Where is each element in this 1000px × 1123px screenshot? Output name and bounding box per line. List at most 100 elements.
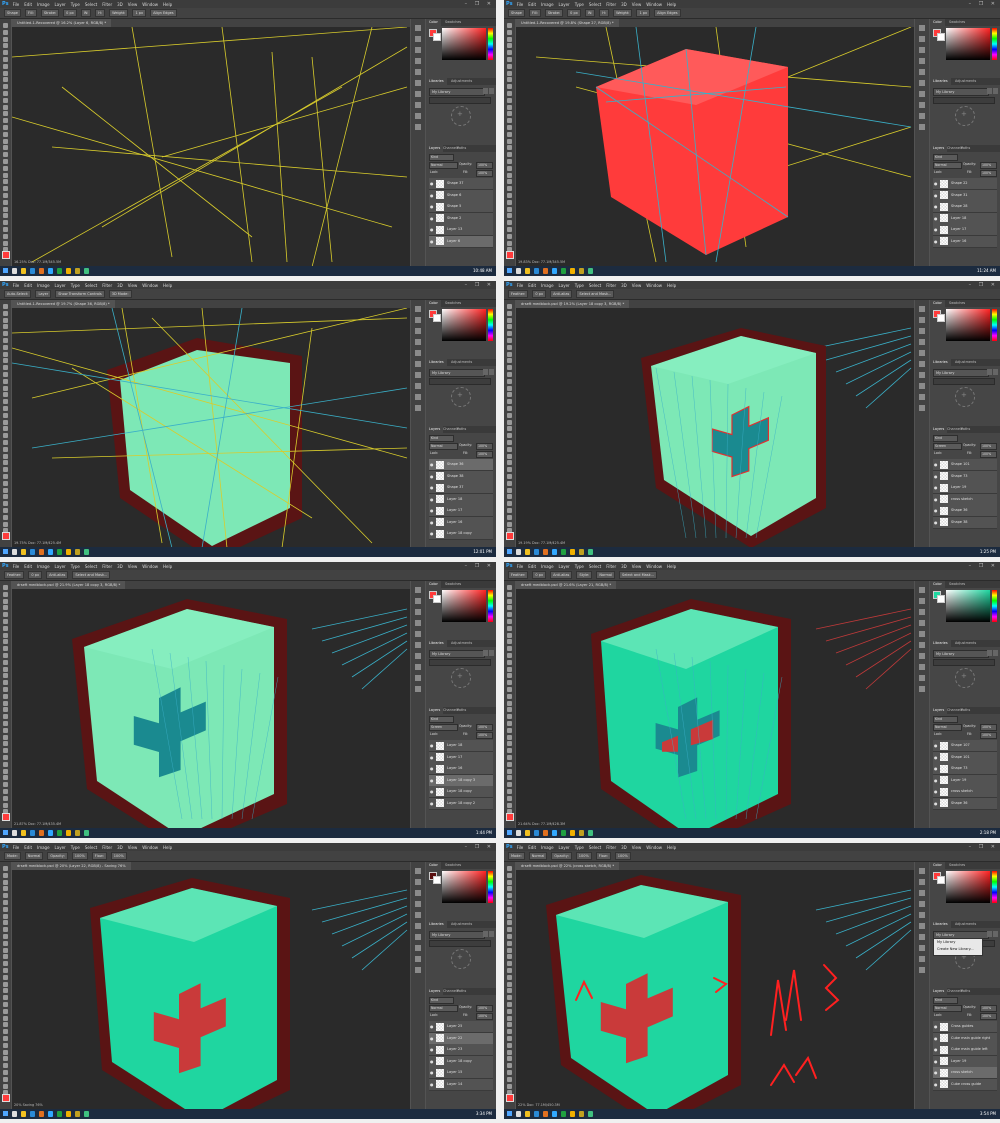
visibility-eye-icon[interactable]: ● — [934, 508, 938, 513]
taskbar-app-icon[interactable] — [30, 268, 35, 274]
visibility-eye-icon[interactable]: ● — [430, 485, 434, 490]
opacity-value[interactable]: 100% — [476, 443, 493, 450]
tool-icon[interactable] — [3, 1029, 8, 1035]
menu-item[interactable]: Image — [541, 845, 554, 850]
tool-icon[interactable] — [507, 331, 512, 337]
panel-tab[interactable]: Swatches — [442, 581, 464, 588]
menu-item[interactable]: Select — [589, 564, 601, 569]
panel-dock-icon[interactable] — [415, 620, 421, 626]
windows-start-icon[interactable] — [3, 830, 8, 835]
menu-item[interactable]: Type — [71, 2, 80, 7]
option-control[interactable]: Feather: — [4, 571, 25, 579]
library-select[interactable]: My Library — [933, 369, 989, 377]
tool-icon[interactable] — [3, 43, 8, 49]
taskbar-app-icon[interactable] — [75, 1111, 80, 1117]
canvas[interactable] — [12, 27, 410, 266]
layer-row[interactable]: ● Layer 18 — [933, 212, 997, 225]
tool-icon[interactable] — [507, 152, 512, 158]
menu-item[interactable]: Select — [85, 845, 97, 850]
taskbar-app-icon[interactable] — [543, 830, 548, 836]
layer-row[interactable]: ● Shape 31 — [933, 189, 997, 202]
menu-item[interactable]: Layer — [559, 2, 570, 7]
menu-item[interactable]: Select — [85, 283, 97, 288]
tool-icon[interactable] — [507, 29, 512, 35]
panel-dock-icon[interactable] — [919, 69, 925, 75]
panel-dock-icon[interactable] — [919, 113, 925, 119]
panel-dock-icon[interactable] — [415, 80, 421, 86]
tool-icon[interactable] — [507, 906, 512, 912]
library-view-icon[interactable] — [993, 650, 998, 656]
tool-icon[interactable] — [507, 1056, 512, 1062]
visibility-eye-icon[interactable]: ● — [430, 1082, 434, 1087]
menu-item[interactable]: File — [13, 845, 20, 850]
panel-dock-icon[interactable] — [415, 956, 421, 962]
taskbar-app-icon[interactable] — [57, 830, 62, 836]
color-picker-field[interactable] — [946, 871, 990, 903]
tool-icon[interactable] — [3, 700, 8, 706]
tool-icon[interactable] — [3, 399, 8, 405]
tool-icon[interactable] — [507, 508, 512, 513]
layer-filter-kind[interactable]: Kind — [933, 154, 958, 161]
tool-icon[interactable] — [3, 111, 8, 117]
library-search-input[interactable] — [933, 97, 995, 104]
tool-icon[interactable] — [507, 714, 512, 720]
opacity-value[interactable]: 100% — [476, 162, 493, 169]
tool-icon[interactable] — [507, 782, 512, 788]
taskbar-app-icon[interactable] — [21, 549, 26, 555]
tool-icon[interactable] — [3, 23, 8, 28]
menu-item[interactable]: File — [517, 845, 524, 850]
panel-dock-icon[interactable] — [919, 36, 925, 42]
panel-tab[interactable]: Swatches — [442, 862, 464, 869]
panel-dock-icon[interactable] — [415, 642, 421, 648]
menu-item[interactable]: Help — [667, 2, 676, 7]
menu-item[interactable]: Filter — [102, 564, 112, 569]
tool-icon[interactable] — [507, 666, 512, 672]
tool-icon[interactable] — [507, 165, 512, 171]
panel-dock-icon[interactable] — [415, 598, 421, 604]
tool-icon[interactable] — [507, 768, 512, 774]
visibility-eye-icon[interactable]: ● — [934, 755, 938, 760]
tool-icon[interactable] — [507, 619, 512, 624]
fill-value[interactable]: 100% — [980, 451, 997, 458]
tool-icon[interactable] — [3, 165, 8, 171]
visibility-eye-icon[interactable]: ● — [430, 204, 434, 209]
visibility-eye-icon[interactable]: ● — [430, 520, 434, 525]
panel-dock-icon[interactable] — [415, 912, 421, 918]
tool-icon[interactable] — [3, 961, 8, 967]
menu-item[interactable]: Image — [541, 2, 554, 7]
menu-item[interactable]: 3D — [621, 2, 627, 7]
tool-icon[interactable] — [3, 1049, 8, 1055]
tool-icon[interactable] — [3, 145, 8, 151]
tool-icon[interactable] — [3, 727, 8, 733]
panel-dock-icon[interactable] — [919, 328, 925, 334]
tool-icon[interactable] — [507, 310, 512, 316]
hue-slider[interactable] — [488, 590, 493, 622]
tool-icon[interactable] — [507, 406, 512, 411]
layer-row[interactable]: ● Shape 38 — [429, 470, 493, 483]
tool-icon[interactable] — [3, 152, 8, 158]
tool-icon[interactable] — [3, 521, 8, 527]
tool-icon[interactable] — [3, 193, 8, 198]
color-picker-field[interactable] — [442, 28, 486, 60]
tool-icon[interactable] — [507, 57, 512, 62]
tool-icon[interactable] — [507, 521, 512, 527]
panel-dock-icon[interactable] — [415, 868, 421, 874]
layer-row[interactable]: ● Shape 73 — [933, 763, 997, 775]
panel-dock-icon[interactable] — [415, 350, 421, 356]
taskbar-app-icon[interactable] — [12, 1111, 17, 1117]
windows-start-icon[interactable] — [507, 268, 512, 273]
tool-icon[interactable] — [507, 138, 512, 144]
tool-icon[interactable] — [3, 598, 8, 604]
visibility-eye-icon[interactable]: ● — [430, 239, 434, 244]
tool-icon[interactable] — [3, 227, 8, 232]
panel-dock-icon[interactable] — [415, 113, 421, 119]
tool-icon[interactable] — [3, 693, 8, 699]
layer-row[interactable]: ● Layer 18 copy 2 — [429, 797, 493, 810]
taskbar-app-icon[interactable] — [66, 830, 71, 836]
visibility-eye-icon[interactable]: ● — [934, 497, 938, 502]
tool-icon[interactable] — [3, 632, 8, 638]
visibility-eye-icon[interactable]: ● — [934, 485, 938, 490]
tool-icon[interactable] — [3, 653, 8, 658]
tool-icon[interactable] — [507, 761, 512, 767]
layer-row[interactable]: ● Layer 18 copy — [429, 528, 493, 540]
